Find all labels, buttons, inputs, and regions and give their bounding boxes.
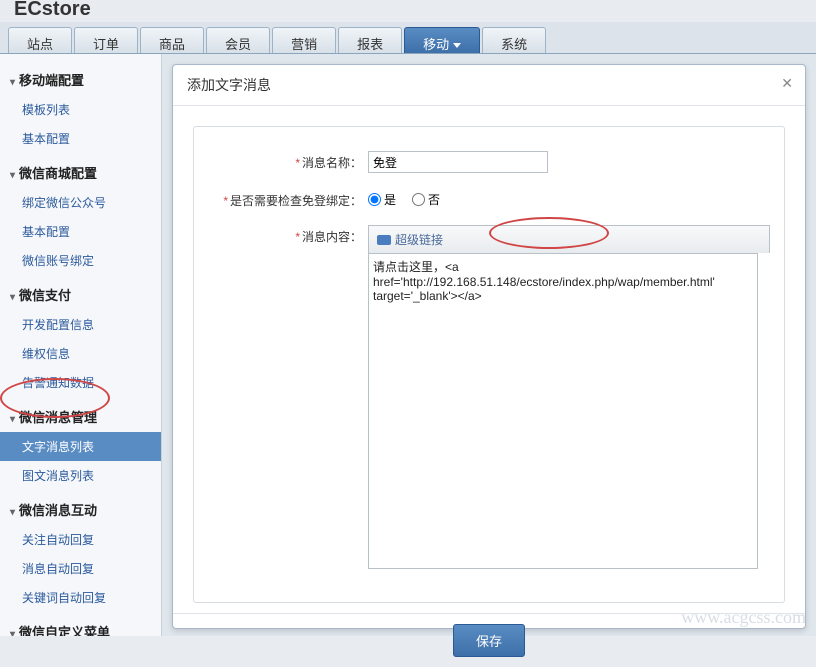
tab-站点[interactable]: 站点 — [8, 27, 72, 53]
tab-商品[interactable]: 商品 — [140, 27, 204, 53]
sidebar-item-告警通知数据[interactable]: 告警通知数据 — [0, 368, 161, 397]
editor-toolbar: 超级链接 — [368, 225, 770, 253]
sidebar-item-模板列表[interactable]: 模板列表 — [0, 95, 161, 124]
radio-no[interactable]: 否 — [412, 191, 440, 208]
tab-营销[interactable]: 营销 — [272, 27, 336, 53]
brand-logo: ECstore — [14, 0, 816, 18]
sidebar-group-移动端配置[interactable]: 移动端配置 — [0, 64, 161, 95]
dialog-title: 添加文字消息 — [173, 65, 805, 106]
textarea-message-content[interactable] — [368, 253, 758, 569]
sidebar-group-微信消息管理[interactable]: 微信消息管理 — [0, 401, 161, 432]
tab-订单[interactable]: 订单 — [74, 27, 138, 53]
sidebar-item-基本配置[interactable]: 基本配置 — [0, 217, 161, 246]
toolbar-hyperlink-button[interactable]: 超级链接 — [395, 231, 443, 248]
input-message-name[interactable] — [368, 151, 548, 173]
label-message-content: *消息内容： — [208, 225, 368, 245]
radio-yes[interactable]: 是 — [368, 191, 396, 208]
sidebar-group-微信自定义菜单[interactable]: 微信自定义菜单 — [0, 616, 161, 636]
chevron-down-icon — [453, 43, 461, 48]
sidebar-group-微信消息互动[interactable]: 微信消息互动 — [0, 494, 161, 525]
tab-会员[interactable]: 会员 — [206, 27, 270, 53]
sidebar-item-开发配置信息[interactable]: 开发配置信息 — [0, 310, 161, 339]
sidebar-group-微信商城配置[interactable]: 微信商城配置 — [0, 157, 161, 188]
label-check-binding: *是否需要检查免登绑定： — [208, 189, 368, 209]
label-message-name: *消息名称： — [208, 151, 368, 171]
sidebar-item-文字消息列表[interactable]: 文字消息列表 — [0, 432, 161, 461]
tab-系统[interactable]: 系统 — [482, 27, 546, 53]
tab-报表[interactable]: 报表 — [338, 27, 402, 53]
top-tabs: 站点订单商品会员营销报表移动系统 — [0, 22, 816, 54]
tab-移动[interactable]: 移动 — [404, 27, 480, 53]
dialog-close-button[interactable]: ✕ — [781, 75, 793, 92]
dialog-add-text-message: 添加文字消息 ✕ *消息名称： *是否需要检查免登绑定： 是 否 — [172, 64, 806, 629]
main-content: 添加文字消息 ✕ *消息名称： *是否需要检查免登绑定： 是 否 — [162, 54, 816, 636]
sidebar-item-消息自动回复[interactable]: 消息自动回复 — [0, 554, 161, 583]
sidebar-item-绑定微信公众号[interactable]: 绑定微信公众号 — [0, 188, 161, 217]
sidebar-item-关注自动回复[interactable]: 关注自动回复 — [0, 525, 161, 554]
save-button[interactable]: 保存 — [453, 624, 525, 657]
sidebar-item-微信账号绑定[interactable]: 微信账号绑定 — [0, 246, 161, 275]
sidebar-item-基本配置[interactable]: 基本配置 — [0, 124, 161, 153]
link-icon[interactable] — [377, 235, 391, 245]
sidebar-item-关键词自动回复[interactable]: 关键词自动回复 — [0, 583, 161, 612]
sidebar: 移动端配置模板列表基本配置微信商城配置绑定微信公众号基本配置微信账号绑定微信支付… — [0, 54, 162, 636]
sidebar-item-维权信息[interactable]: 维权信息 — [0, 339, 161, 368]
sidebar-item-图文消息列表[interactable]: 图文消息列表 — [0, 461, 161, 490]
sidebar-group-微信支付[interactable]: 微信支付 — [0, 279, 161, 310]
